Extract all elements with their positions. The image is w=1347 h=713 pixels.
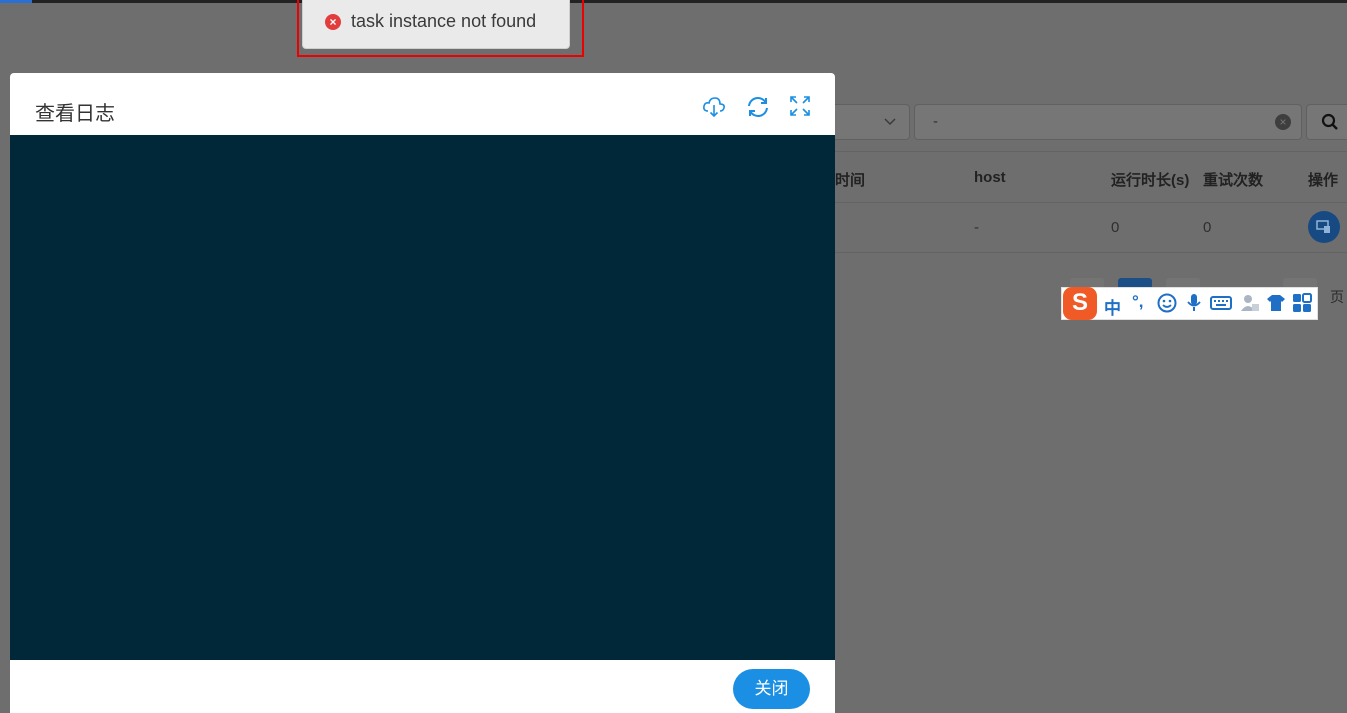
clear-icon[interactable]: × [1275,114,1291,130]
ime-mode-toggle[interactable]: 中 [1104,294,1121,319]
table-header-retries: 重试次数 [1203,172,1264,189]
search-input-value: - [933,113,938,130]
table-header-duration: 运行时长(s) [1111,172,1190,189]
fullscreen-icon[interactable] [789,95,813,119]
table-divider [835,202,1347,203]
table-cell-host: - [974,219,979,236]
active-tab-indicator [0,0,32,3]
table-divider [835,151,1347,152]
search-icon [1321,113,1338,130]
modal-title: 查看日志 [35,103,115,125]
table-divider [835,252,1347,253]
monitor-icon [1316,220,1330,233]
table-header-time: 时间 [835,172,866,189]
top-bar [0,0,1347,3]
ime-logo[interactable]: S [1063,287,1097,320]
emoji-icon[interactable] [1157,293,1177,313]
view-log-button[interactable] [1308,211,1340,243]
toolbox-icon[interactable] [1292,293,1312,313]
log-modal: 查看日志 关闭 [10,73,835,713]
log-output-area[interactable] [10,135,835,660]
annotation-highlight [297,0,584,57]
table-header-actions: 操作 [1308,172,1339,189]
chevron-down-icon [883,114,897,131]
refresh-icon[interactable] [746,95,770,119]
table-header-host: host [974,169,1006,186]
ime-punct-toggle[interactable]: °, [1132,292,1144,312]
table-cell-retries: 0 [1203,219,1212,236]
download-icon[interactable] [702,95,726,119]
close-button[interactable]: 关闭 [733,669,810,709]
microphone-icon[interactable] [1186,293,1202,313]
skin-icon[interactable] [1266,293,1286,313]
user-icon[interactable] [1240,293,1260,313]
table-cell-duration: 0 [1111,219,1120,236]
pager-label: 页 [1330,289,1344,305]
search-input[interactable]: - × [914,104,1302,140]
search-button[interactable] [1306,104,1347,140]
ime-toolbar: S 中 °, [1061,287,1318,320]
keyboard-icon[interactable] [1210,293,1232,313]
